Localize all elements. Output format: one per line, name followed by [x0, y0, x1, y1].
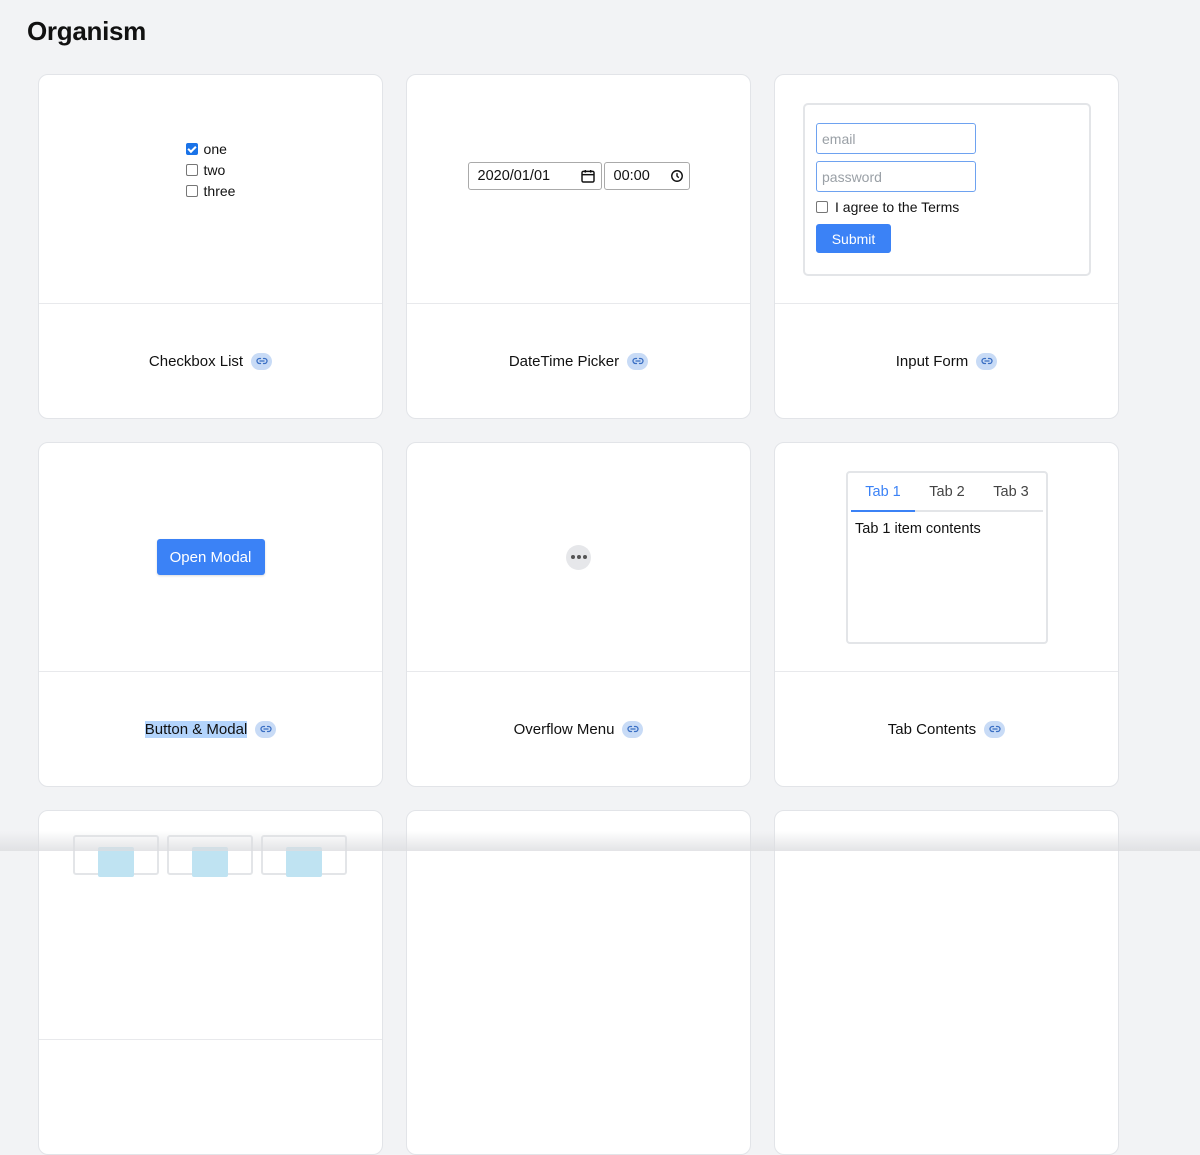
card-title: Button & Modal — [145, 721, 248, 738]
link-icon[interactable] — [251, 353, 272, 370]
card-title: Tab Contents — [888, 721, 976, 738]
terms-checkbox-row[interactable]: I agree to the Terms — [816, 199, 1089, 215]
card-footer: Overflow Menu — [407, 672, 750, 786]
email-placeholder: email — [822, 131, 855, 147]
time-input[interactable]: 00:00 — [604, 162, 690, 190]
date-value: 2020/01/01 — [478, 168, 551, 184]
link-icon[interactable] — [255, 721, 276, 738]
email-field[interactable]: email — [816, 123, 976, 154]
terms-label: I agree to the Terms — [835, 199, 959, 215]
tab-1[interactable]: Tab 1 — [851, 473, 915, 512]
checkbox-item-three[interactable]: three — [186, 183, 236, 199]
card-footer: Input Form — [775, 304, 1118, 418]
card-footer: Button & Modal — [39, 672, 382, 786]
checkbox[interactable] — [186, 185, 198, 197]
card-footer: Tab Contents — [775, 672, 1118, 786]
more-horizontal-icon[interactable] — [566, 545, 591, 570]
card-tab-contents: Tab 1 Tab 2 Tab 3 Tab 1 item contents Ta… — [774, 442, 1119, 787]
date-input[interactable]: 2020/01/01 — [468, 162, 602, 190]
card-partial — [774, 810, 1119, 1155]
link-icon[interactable] — [627, 353, 648, 370]
component-grid: one two three Checkbox List — [38, 74, 1119, 1155]
card-input-form: email password I agree to the Terms Subm… — [774, 74, 1119, 419]
card-preview: 2020/01/01 00:00 — [407, 75, 750, 304]
checkbox-label: three — [204, 183, 236, 199]
tab-panel: Tab 1 item contents — [848, 512, 1046, 546]
link-icon[interactable] — [984, 721, 1005, 738]
tabs-widget: Tab 1 Tab 2 Tab 3 Tab 1 item contents — [846, 471, 1048, 644]
card-datetime-picker: 2020/01/01 00:00 DateTime Picker — [406, 74, 751, 419]
page-title: Organism — [27, 16, 146, 47]
tab-bar: Tab 1 Tab 2 Tab 3 — [851, 473, 1043, 512]
card-title: Overflow Menu — [514, 721, 615, 738]
tab-3[interactable]: Tab 3 — [979, 473, 1043, 510]
clock-icon[interactable] — [670, 169, 684, 183]
card-preview: Tab 1 Tab 2 Tab 3 Tab 1 item contents — [775, 443, 1118, 672]
datetime-picker: 2020/01/01 00:00 — [468, 162, 690, 190]
checkbox-label: one — [204, 141, 227, 157]
password-field[interactable]: password — [816, 161, 976, 192]
login-form: email password I agree to the Terms Subm… — [803, 103, 1091, 276]
scroll-shadow — [0, 831, 1200, 851]
card-preview — [407, 443, 750, 672]
card-overflow-menu: Overflow Menu — [406, 442, 751, 787]
checkbox-label: two — [204, 162, 226, 178]
checkbox[interactable] — [186, 164, 198, 176]
card-footer: DateTime Picker — [407, 304, 750, 418]
card-partial — [38, 810, 383, 1155]
open-modal-button[interactable]: Open Modal — [157, 539, 265, 575]
submit-button[interactable]: Submit — [816, 224, 891, 253]
card-title: DateTime Picker — [509, 353, 619, 370]
link-icon[interactable] — [622, 721, 643, 738]
card-title: Checkbox List — [149, 353, 243, 370]
card-footer: Checkbox List — [39, 304, 382, 418]
card-checkbox-list: one two three Checkbox List — [38, 74, 383, 419]
card-preview: email password I agree to the Terms Subm… — [775, 75, 1118, 304]
link-icon[interactable] — [976, 353, 997, 370]
checkbox-item-one[interactable]: one — [186, 141, 236, 157]
checkbox-item-two[interactable]: two — [186, 162, 236, 178]
card-title: Input Form — [896, 353, 969, 370]
checkbox[interactable] — [186, 143, 198, 155]
time-value: 00:00 — [614, 168, 650, 184]
card-partial — [406, 810, 751, 1155]
password-placeholder: password — [822, 169, 882, 185]
card-preview: one two three — [39, 75, 382, 304]
calendar-icon[interactable] — [580, 168, 596, 184]
terms-checkbox[interactable] — [816, 201, 828, 213]
checkbox-list: one two three — [186, 141, 236, 199]
tab-2[interactable]: Tab 2 — [915, 473, 979, 510]
card-preview: Open Modal — [39, 443, 382, 672]
card-button-modal: Open Modal Button & Modal — [38, 442, 383, 787]
